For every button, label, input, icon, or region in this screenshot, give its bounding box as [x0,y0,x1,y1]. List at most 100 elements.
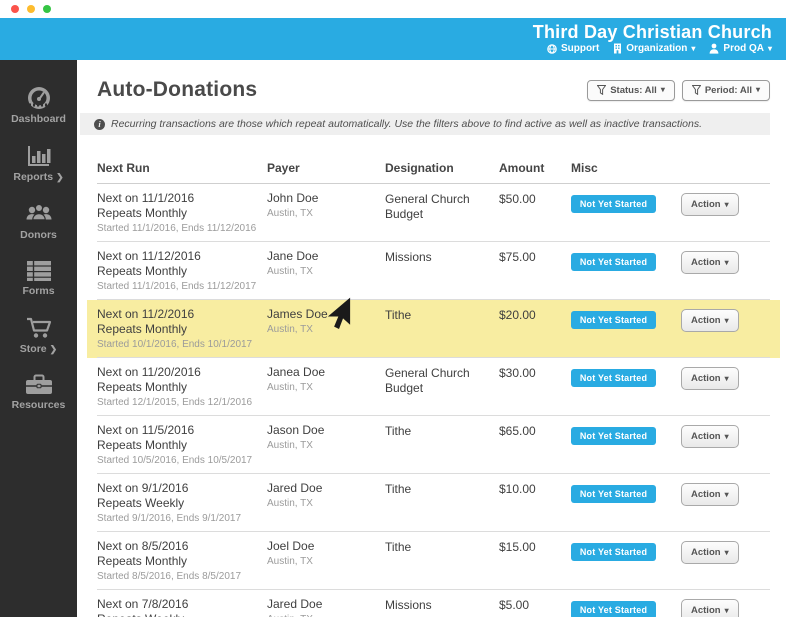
status-badge: Not Yet Started [571,253,656,271]
column-header-amount: Amount [499,161,545,175]
status-badge: Not Yet Started [571,543,656,561]
next-run-date: Next on 9/1/2016 [97,481,189,495]
table-header-row: Next Run Payer Designation Amount Misc [97,157,770,184]
info-icon [94,118,105,130]
status-badge: Not Yet Started [571,311,656,329]
next-run-cell: Next on 11/1/2016 Repeats Monthly Starte… [97,191,267,235]
nav-user-menu[interactable]: Prod QA ▾ [709,43,772,54]
misc-cell: Not Yet Started [571,307,681,351]
store-icon [26,316,52,340]
payer-name: Jared Doe [267,481,323,495]
action-button[interactable]: Action ▾ [681,251,739,274]
sidebar: Dashboard Reports ❯ Donors Forms Store ❯… [0,60,77,617]
action-button-label: Action [691,199,721,210]
table-row[interactable]: Next on 11/5/2016 Repeats Monthly Starte… [97,416,770,474]
designation-cell: Tithe [385,540,412,554]
sidebar-item-label: Dashboard [11,113,66,125]
designation-cell: Tithe [385,424,412,438]
table-body: Next on 11/1/2016 Repeats Monthly Starte… [97,184,770,617]
amount-cell: $75.00 [499,250,536,264]
chevron-down-icon: ▾ [755,85,760,94]
action-button-label: Action [691,547,721,558]
amount-cell: $50.00 [499,192,536,206]
repeat-frequency: Repeats Monthly [97,206,188,220]
table-row[interactable]: Next on 11/1/2016 Repeats Monthly Starte… [97,184,770,242]
status-badge: Not Yet Started [571,485,656,503]
page-title: Auto-Donations [97,78,258,101]
table-row[interactable]: Next on 7/8/2016 Repeats Weekly Started … [97,590,770,617]
action-button[interactable]: Action ▾ [681,541,739,564]
payer-name: Joel Doe [267,539,315,553]
column-header-next-run: Next Run [97,161,150,175]
misc-cell: Not Yet Started [571,597,681,617]
sidebar-item-resources[interactable]: Resources [0,365,77,421]
nav-label: Organization [626,43,688,54]
start-end-dates: Started 10/1/2016, Ends 10/1/2017 [97,339,253,350]
sidebar-item-donors[interactable]: Donors [0,193,77,251]
action-button[interactable]: Action ▾ [681,309,739,332]
payer-location: Austin, TX [267,498,313,509]
action-button[interactable]: Action ▾ [681,483,739,506]
action-button[interactable]: Action ▾ [681,367,739,390]
main-content: Auto-Donations Status: All ▾ Period: All… [77,60,786,617]
action-cell: Action ▾ [681,191,770,235]
payer-location: Austin, TX [267,382,313,393]
chevron-down-icon: ▾ [724,605,729,615]
payer-location: Austin, TX [267,440,313,451]
table-row[interactable]: Next on 11/2/2016 Repeats Monthly Starte… [97,300,770,358]
payer-location: Austin, TX [267,208,313,219]
action-cell: Action ▾ [681,307,770,351]
filter-label: Period: All [704,84,752,96]
action-button-label: Action [691,315,721,326]
table-row[interactable]: Next on 11/12/2016 Repeats Monthly Start… [97,242,770,300]
next-run-cell: Next on 7/8/2016 Repeats Weekly Started … [97,597,267,617]
period-filter-button[interactable]: Period: All ▾ [681,79,770,101]
filter-label: Status: All [610,84,657,96]
payer-cell: John Doe Austin, TX [267,191,385,235]
table-row[interactable]: Next on 9/1/2016 Repeats Weekly Started … [97,474,770,532]
nav-organization[interactable]: Organization ▾ [613,43,695,54]
table-row[interactable]: Next on 11/20/2016 Repeats Monthly Start… [97,358,770,416]
payer-name: Jared Doe [267,597,323,611]
amount-cell: $5.00 [499,598,530,612]
chevron-right-icon: ❯ [56,171,64,182]
repeat-frequency: Repeats Monthly [97,438,188,452]
minimize-window-icon[interactable] [27,5,35,13]
status-filter-button[interactable]: Status: All ▾ [587,79,675,101]
designation-cell: Missions [385,250,432,264]
sidebar-item-store[interactable]: Store ❯ [0,307,77,365]
start-end-dates: Started 11/1/2016, Ends 11/12/2017 [97,281,257,292]
payer-name: Jason Doe [267,423,325,437]
maximize-window-icon[interactable] [43,5,51,13]
action-button[interactable]: Action ▾ [681,425,739,448]
next-run-cell: Next on 11/2/2016 Repeats Monthly Starte… [97,307,267,351]
next-run-date: Next on 11/5/2016 [97,423,195,437]
window-titlebar [0,0,786,18]
table-row[interactable]: Next on 8/5/2016 Repeats Monthly Started… [97,532,770,590]
chevron-down-icon: ▾ [724,373,729,383]
user-icon [709,43,719,54]
next-run-date: Next on 8/5/2016 [97,539,189,553]
forms-icon [26,260,52,282]
payer-cell: Joel Doe Austin, TX [267,539,385,583]
info-banner-text: Recurring transactions are those which r… [111,118,703,130]
designation-cell: Tithe [385,308,412,322]
payer-cell: Jason Doe Austin, TX [267,423,385,467]
sidebar-item-dashboard[interactable]: Dashboard [0,77,77,135]
misc-cell: Not Yet Started [571,423,681,467]
sidebar-item-forms[interactable]: Forms [0,251,77,307]
action-button-label: Action [691,373,721,384]
designation-cell: General Church Budget [385,192,470,221]
misc-cell: Not Yet Started [571,249,681,293]
resources-icon [25,374,53,396]
action-button[interactable]: Action ▾ [681,599,739,617]
app-header: Third Day Christian Church Support Organ… [0,18,786,60]
sidebar-item-reports[interactable]: Reports ❯ [0,135,77,193]
close-window-icon[interactable] [11,5,19,13]
action-cell: Action ▾ [681,423,770,467]
repeat-frequency: Repeats Monthly [97,554,188,568]
nav-support[interactable]: Support [547,43,599,54]
payer-cell: Janea Doe Austin, TX [267,365,385,409]
donors-icon [24,202,54,226]
action-button[interactable]: Action ▾ [681,193,739,216]
